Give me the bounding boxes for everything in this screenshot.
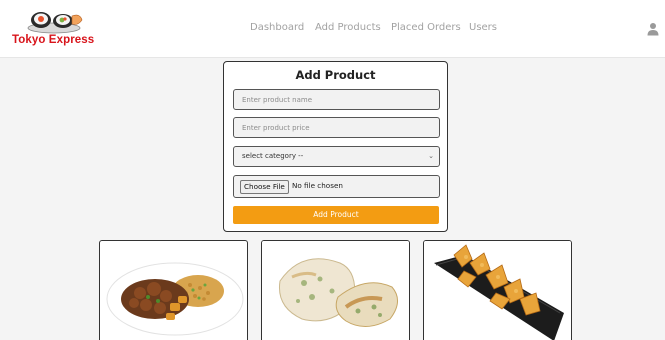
top-navbar: Tokyo Express Dashboard Add Products Pla… (0, 0, 665, 58)
form-title: Add Product (295, 68, 376, 82)
category-select-value: select category -- (242, 152, 304, 160)
chevron-down-icon: ⌄ (428, 152, 434, 160)
user-icon[interactable] (647, 22, 659, 36)
product-card-3[interactable] (423, 240, 572, 340)
product-price-input[interactable] (233, 117, 440, 138)
dumplings-icon (262, 241, 409, 340)
add-product-form: Add Product select category -- ⌄ Choose … (223, 61, 448, 232)
fried-rice-plate-icon (106, 262, 244, 336)
nav-placed-orders[interactable]: Placed Orders (391, 22, 461, 33)
file-status-text: No file chosen (292, 181, 343, 190)
file-input: Choose File No file chosen (233, 175, 440, 198)
main-nav: Dashboard Add Products Placed Orders Use… (0, 22, 665, 38)
product-name-input[interactable] (233, 89, 440, 110)
product-card-1[interactable] (99, 240, 248, 340)
nav-add-products[interactable]: Add Products (315, 22, 381, 33)
crab-rangoon-tray-icon (424, 241, 571, 340)
nav-users[interactable]: Users (469, 22, 497, 33)
nav-dashboard[interactable]: Dashboard (250, 22, 304, 33)
product-card-2[interactable] (261, 240, 410, 340)
choose-file-button[interactable]: Choose File (240, 180, 289, 194)
add-product-button[interactable]: Add Product (233, 206, 439, 224)
category-select[interactable]: select category -- ⌄ (233, 146, 440, 167)
